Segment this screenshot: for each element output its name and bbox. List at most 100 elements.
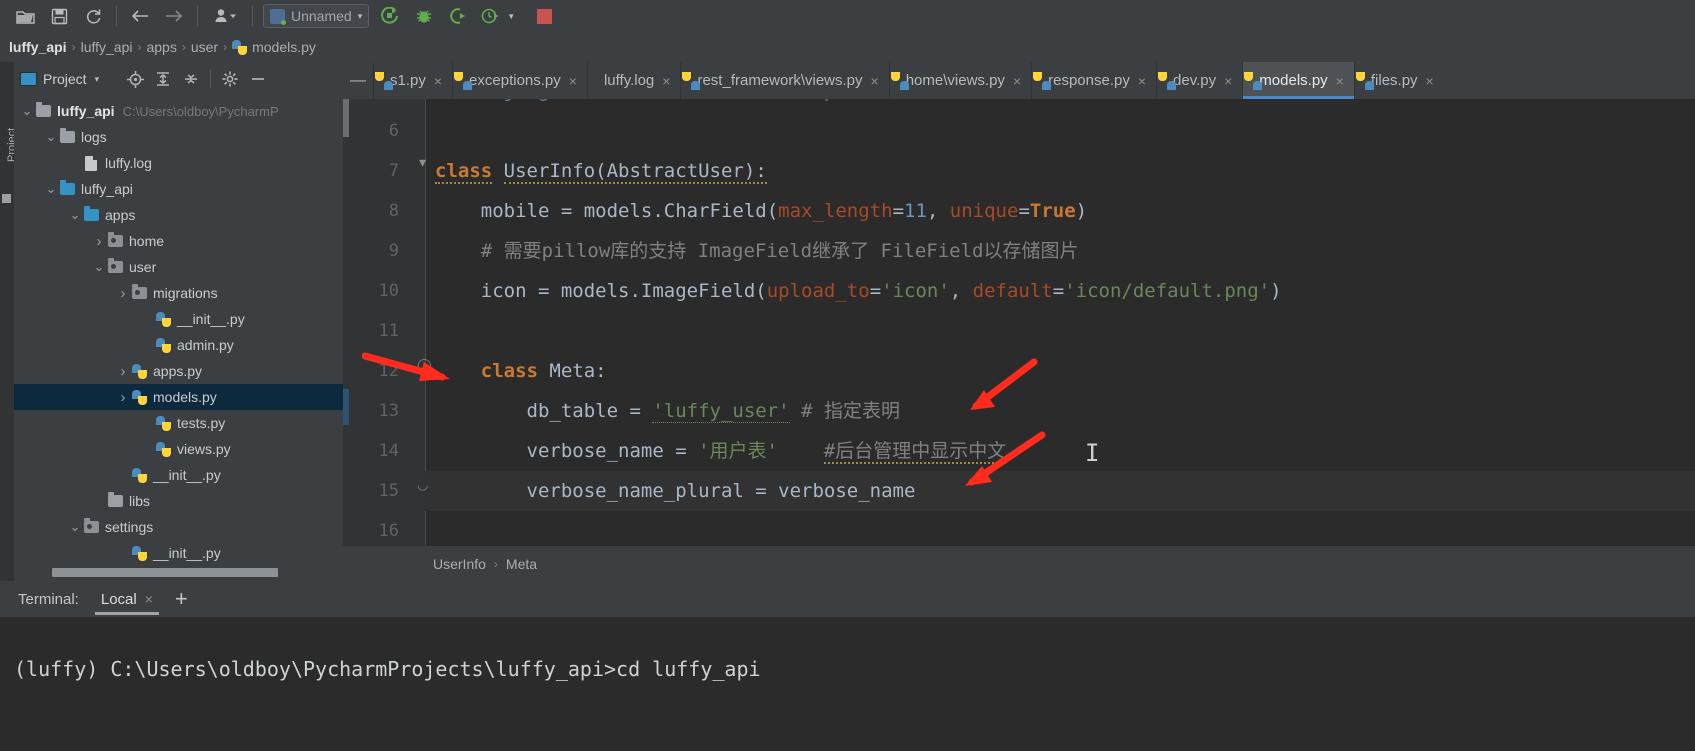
fold-collapse-icon-7[interactable]: ▾ bbox=[416, 155, 429, 170]
editor-tab-s1-py[interactable]: s1.py × bbox=[373, 62, 452, 99]
chevron-down-icon-2[interactable]: ▼ bbox=[507, 12, 515, 21]
close-icon[interactable]: × bbox=[569, 73, 577, 89]
chevron-down-icon[interactable]: ▾ bbox=[95, 74, 100, 85]
settings-gear-icon[interactable] bbox=[218, 67, 242, 91]
profile-icon[interactable] bbox=[475, 2, 505, 30]
editor-breadcrumb-item-1[interactable]: Meta bbox=[506, 556, 537, 572]
folder-icon bbox=[106, 492, 124, 507]
tree-node---init---py[interactable]: __init__.py bbox=[14, 306, 343, 332]
breadcrumb-item-0[interactable]: luffy_api bbox=[4, 39, 72, 55]
tree-node-luffy-api[interactable]: ⌄ luffy_api C:\Users\oldboy\PycharmP bbox=[14, 98, 343, 124]
chevron-right-icon[interactable]: › bbox=[92, 233, 106, 250]
stop-icon[interactable] bbox=[527, 2, 561, 30]
chevron-down-icon[interactable]: ⌄ bbox=[44, 182, 58, 195]
tree-node-home[interactable]: › home bbox=[14, 228, 343, 254]
close-icon[interactable]: × bbox=[871, 73, 879, 89]
close-icon[interactable]: × bbox=[1224, 73, 1232, 89]
chevron-down-icon[interactable]: ▾ bbox=[358, 11, 363, 22]
editor-tab-exceptions-py[interactable]: exceptions.py × bbox=[452, 62, 587, 99]
chevron-down-icon[interactable]: ⌄ bbox=[44, 130, 58, 143]
chevron-right-icon[interactable]: › bbox=[116, 363, 130, 380]
tree-node-models-py[interactable]: › models.py bbox=[14, 384, 343, 410]
tree-node-settings[interactable]: ⌄ settings bbox=[14, 514, 343, 540]
line-number-15: 15 bbox=[378, 481, 399, 501]
close-icon[interactable]: × bbox=[145, 591, 153, 607]
project-title-group[interactable]: Project ▾ bbox=[20, 71, 99, 87]
tree-node-label: apps.py bbox=[153, 363, 203, 379]
tree-node-views-py[interactable]: views.py bbox=[14, 436, 343, 462]
close-icon[interactable]: × bbox=[662, 73, 670, 89]
tree-horizontal-scrollbar[interactable] bbox=[52, 568, 278, 577]
tree-node---init---py[interactable]: __init__.py bbox=[14, 462, 343, 488]
project-panel-header: Project ▾ bbox=[14, 62, 343, 96]
debug-icon[interactable] bbox=[407, 2, 441, 30]
code-line-10: icon = models.ImageField(upload_to='icon… bbox=[435, 280, 1282, 302]
project-file-tree[interactable]: ⌄ luffy_api C:\Users\oldboy\PycharmP ⌄ logs l… bbox=[14, 96, 343, 566]
terminal-tab-local[interactable]: Local × bbox=[94, 581, 159, 617]
code-line-9: # 需要pillow库的支持 ImageField继承了 FileField以存… bbox=[435, 240, 1079, 262]
python-file-icon bbox=[130, 363, 148, 379]
save-all-icon[interactable] bbox=[42, 2, 76, 30]
tree-node-user[interactable]: ⌄ user bbox=[14, 254, 343, 280]
tree-node-libs[interactable]: libs bbox=[14, 488, 343, 514]
tree-node-label: __init__.py bbox=[153, 545, 221, 561]
run-configuration-selector[interactable]: Unnamed ▾ bbox=[263, 4, 370, 28]
new-terminal-tab-icon[interactable]: + bbox=[175, 588, 188, 610]
close-icon[interactable]: × bbox=[434, 73, 442, 89]
editor-tab-files-py[interactable]: files.py × bbox=[1353, 62, 1444, 99]
source-folder-icon bbox=[82, 206, 100, 221]
code-line-7: class UserInfo(AbstractUser): bbox=[435, 160, 767, 184]
vcs-update-icon[interactable] bbox=[204, 2, 246, 30]
breadcrumb-item-1[interactable]: luffy_api bbox=[76, 39, 138, 55]
editor-tab-models-py[interactable]: models.py × bbox=[1242, 62, 1354, 99]
hide-tabs-icon[interactable]: — bbox=[343, 62, 373, 99]
back-icon[interactable] bbox=[123, 2, 157, 30]
tree-node-admin-py[interactable]: admin.py bbox=[14, 332, 343, 358]
python-file-icon bbox=[154, 311, 172, 327]
fold-collapse-icon-12[interactable]: ◯ bbox=[417, 357, 432, 373]
tree-node-apps-py[interactable]: › apps.py bbox=[14, 358, 343, 384]
chevron-down-icon[interactable]: ⌄ bbox=[92, 260, 106, 273]
tool-window-strip: Project bbox=[0, 62, 18, 581]
tree-node-migrations[interactable]: › migrations bbox=[14, 280, 343, 306]
close-icon[interactable]: × bbox=[1013, 73, 1021, 89]
expand-all-icon[interactable] bbox=[151, 67, 175, 91]
editor-tab-dev-py[interactable]: dev.py × bbox=[1156, 62, 1242, 99]
close-icon[interactable]: × bbox=[1138, 73, 1146, 89]
close-icon[interactable]: × bbox=[1426, 73, 1434, 89]
tree-node-logs[interactable]: ⌄ logs bbox=[14, 124, 343, 150]
terminal-output[interactable]: (luffy) C:\Users\oldboy\PycharmProjects\… bbox=[0, 617, 1695, 751]
python-file-icon bbox=[232, 39, 248, 55]
breadcrumb-item-2[interactable]: apps bbox=[141, 39, 181, 55]
editor-tab-home-views-py[interactable]: home\views.py × bbox=[888, 62, 1031, 99]
breadcrumb-item-3[interactable]: user bbox=[186, 39, 223, 55]
run-coverage-icon[interactable] bbox=[441, 2, 475, 30]
editor-breadcrumb-item-0[interactable]: UserInfo bbox=[433, 556, 486, 572]
tree-node-apps[interactable]: ⌄ apps bbox=[14, 202, 343, 228]
open-folder-icon[interactable] bbox=[8, 2, 42, 30]
tree-node-luffy-log[interactable]: luffy.log bbox=[14, 150, 343, 176]
tree-node---init---py[interactable]: __init__.py bbox=[14, 540, 343, 566]
editor-tab-luffy-log[interactable]: luffy.log × bbox=[586, 62, 681, 99]
close-icon[interactable]: × bbox=[1336, 73, 1344, 89]
toolbar-divider-2 bbox=[197, 6, 198, 26]
sync-refresh-icon[interactable] bbox=[76, 2, 110, 30]
editor-tab-response-py[interactable]: response.py × bbox=[1031, 62, 1156, 99]
locate-file-icon[interactable] bbox=[123, 67, 147, 91]
code-line-8: mobile = models.CharField(max_length=11,… bbox=[435, 200, 1088, 222]
chevron-right-icon[interactable]: › bbox=[116, 285, 130, 302]
code-editor[interactable]: from django.contrib.auth.models import A… bbox=[343, 99, 1695, 546]
hide-panel-icon[interactable] bbox=[246, 67, 270, 91]
run-icon[interactable] bbox=[373, 2, 407, 30]
forward-icon[interactable] bbox=[157, 2, 191, 30]
breadcrumb-item-4[interactable]: models.py bbox=[227, 39, 321, 55]
tree-node-tests-py[interactable]: tests.py bbox=[14, 410, 343, 436]
editor-tab-rest_framework-views-py[interactable]: rest_framework\views.py × bbox=[680, 62, 888, 99]
chevron-down-icon[interactable]: ⌄ bbox=[68, 208, 82, 221]
chevron-down-icon[interactable]: ⌄ bbox=[20, 104, 34, 117]
fold-end-icon-15[interactable]: ◡ bbox=[417, 477, 429, 493]
chevron-right-icon[interactable]: › bbox=[116, 389, 130, 406]
chevron-down-icon[interactable]: ⌄ bbox=[68, 520, 82, 533]
collapse-all-icon[interactable] bbox=[179, 67, 203, 91]
tree-node-luffy-api[interactable]: ⌄ luffy_api bbox=[14, 176, 343, 202]
